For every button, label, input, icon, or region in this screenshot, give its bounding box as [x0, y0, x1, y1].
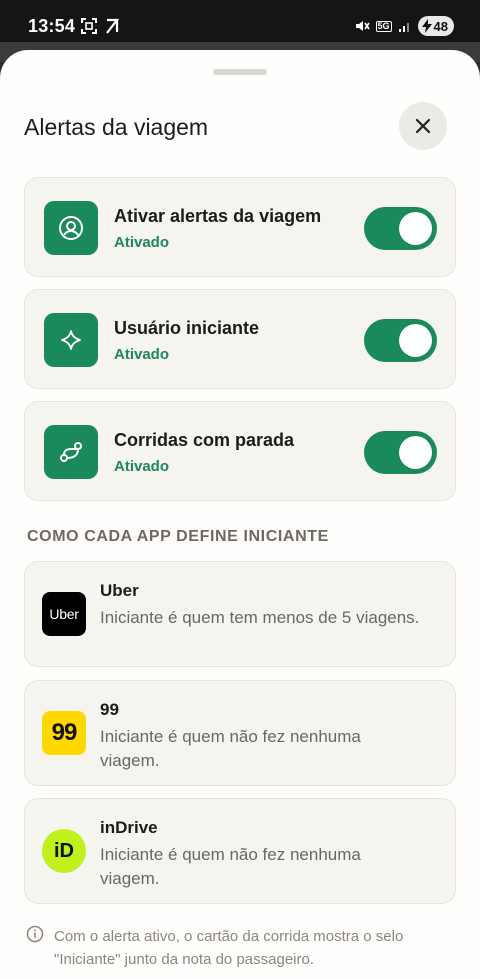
toggle-title: Usuário iniciante — [114, 318, 260, 338]
sheet-title: Alertas da viagem — [24, 114, 209, 140]
close-icon — [415, 118, 431, 134]
app-card-indrive: iD inDrive Iniciante é quem não fez nenh… — [24, 798, 456, 904]
drag-handle[interactable] — [213, 69, 267, 75]
app-card-99: 99 99 Iniciante é quem não fez nenhuma v… — [24, 680, 456, 786]
section-label: COMO CADA APP DEFINE INICIANTE — [27, 528, 329, 545]
toggle-status: Ativado — [114, 346, 170, 363]
uber-logo: Uber — [42, 592, 86, 636]
user-circle-icon — [59, 216, 83, 240]
switch-knob — [399, 436, 432, 469]
switch-knob — [399, 324, 432, 357]
signal-icon — [398, 23, 409, 32]
switch-knob — [399, 212, 432, 245]
toggle-status: Ativado — [114, 458, 170, 475]
trip-alerts-sheet: Alertas da viagem Ativar alertas da viag… — [0, 50, 480, 979]
stop-rides-switch[interactable] — [364, 431, 437, 474]
close-button[interactable] — [399, 102, 447, 150]
sparkle-icon — [61, 330, 81, 350]
indrive-logo: iD — [42, 829, 86, 873]
beginner-user-switch[interactable] — [364, 319, 437, 362]
charging-bolt-icon — [421, 19, 432, 33]
icon-tile — [44, 313, 98, 367]
toggle-card-stop-rides: Corridas com parada Ativado — [24, 401, 456, 501]
icon-tile — [44, 201, 98, 255]
toggle-card-beginner-user: Usuário iniciante Ativado — [24, 289, 456, 389]
status-left-icons — [80, 17, 120, 35]
uber-logo-text: Uber — [49, 606, 79, 622]
info-icon — [26, 925, 44, 943]
app-description: Iniciante é quem não fez nenhuma viagem. — [100, 845, 361, 888]
trip-alerts-switch[interactable] — [364, 207, 437, 250]
toggle-status: Ativado — [114, 234, 170, 251]
app-name: Uber — [100, 581, 139, 600]
toggle-card-trip-alerts: Ativar alertas da viagem Ativado — [24, 177, 456, 277]
network-type-badge: 5G — [375, 20, 392, 32]
status-time: 13:54 — [28, 16, 76, 36]
app-description: Iniciante é quem não fez nenhuma viagem. — [100, 727, 361, 770]
route-icon — [60, 442, 82, 462]
ninety-nine-logo-text: 99 — [51, 719, 78, 746]
battery-indicator: 48 — [417, 16, 454, 36]
app-description: Iniciante é quem tem menos de 5 viagens. — [100, 608, 420, 627]
mute-icon — [355, 21, 370, 31]
toggle-title: Ativar alertas da viagem — [114, 206, 322, 226]
app-name: 99 — [100, 700, 119, 719]
app-card-uber: Uber Uber Iniciante é quem tem menos de … — [24, 561, 456, 667]
battery-level: 48 — [433, 18, 448, 34]
ninety-nine-logo: 99 — [42, 711, 86, 755]
screenshot-icon — [81, 18, 97, 34]
navigation-arrow-icon — [106, 18, 120, 34]
app-name: inDrive — [100, 818, 158, 837]
toggle-title: Corridas com parada — [114, 430, 295, 450]
status-right-icons: 5G 48 — [354, 16, 454, 36]
footer-note: Com o alerta ativo, o cartão da corrida … — [54, 928, 404, 968]
indrive-logo-text: iD — [54, 839, 74, 862]
icon-tile — [44, 425, 98, 479]
